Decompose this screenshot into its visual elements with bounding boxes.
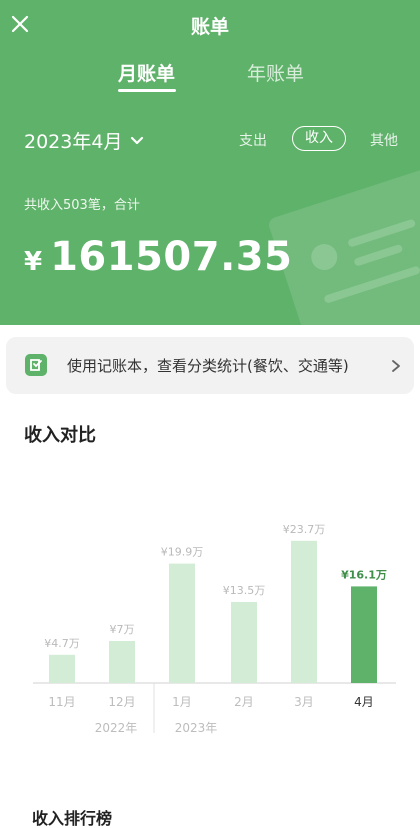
category-label: 3月 — [294, 695, 314, 709]
bar-4月[interactable] — [351, 586, 377, 683]
tab-monthly-bill[interactable]: 月账单 — [118, 59, 175, 86]
month-selector[interactable]: 2023年4月 — [24, 127, 144, 154]
filter-income[interactable]: 收入 — [292, 126, 346, 151]
month-label: 2023年4月 — [24, 131, 123, 153]
category-label: 12月 — [108, 695, 135, 709]
ranking-title: 收入排行榜 — [32, 809, 113, 828]
banner-section: 使用记账本，查看分类统计(餐饮、交通等) — [0, 325, 420, 405]
category-label: 11月 — [48, 695, 75, 709]
category-label: 2月 — [234, 695, 254, 709]
tab-yearly-bill[interactable]: 年账单 — [247, 59, 304, 86]
ledger-icon — [25, 354, 47, 376]
filter-expense[interactable]: 支出 — [239, 130, 267, 150]
bar-value-label: ¥7万 — [110, 623, 135, 636]
bar-value-label: ¥19.9万 — [161, 546, 204, 559]
year-label: 2023年 — [175, 721, 218, 735]
currency-symbol: ¥ — [24, 247, 43, 277]
banner-text: 使用记账本，查看分类统计(餐饮、交通等) — [67, 357, 349, 375]
ledger-promo-banner[interactable]: 使用记账本，查看分类统计(餐饮、交通等) — [6, 337, 414, 394]
page-title: 账单 — [190, 16, 229, 38]
bill-header: 账单 月账单 年账单 2023年4月 支出 收入 其他 共收入503笔，合计 ¥… — [0, 0, 420, 325]
comparison-title: 收入对比 — [24, 425, 96, 446]
bar-value-label: ¥16.1万 — [341, 568, 387, 581]
filter-other[interactable]: 其他 — [370, 130, 398, 150]
income-summary: 共收入503笔，合计 — [24, 198, 140, 213]
amount-value: 161507.35 — [50, 234, 293, 280]
income-comparison-chart: ¥4.7万 11月 ¥7万 12月 ¥19.9万 1月 ¥13.5万 2月 ¥23.7万 3月 ¥1… — [33, 523, 396, 735]
bar-value-label: ¥13.5万 — [223, 584, 266, 597]
year-label: 2022年 — [95, 721, 138, 735]
chevron-right-icon — [392, 360, 400, 372]
bar-3月[interactable] — [291, 540, 317, 683]
bar-value-label: ¥23.7万 — [283, 523, 326, 536]
bar-12月[interactable] — [109, 641, 135, 683]
bar-1月[interactable] — [169, 563, 195, 683]
chevron-down-icon — [131, 136, 144, 144]
bar-value-label: ¥4.7万 — [44, 637, 80, 650]
category-label: 1月 — [172, 695, 192, 709]
category-label: 4月 — [354, 695, 374, 709]
active-tab-indicator — [118, 89, 176, 92]
bar-2月[interactable] — [231, 602, 257, 683]
bar-11月[interactable] — [49, 654, 75, 683]
total-amount: ¥ 161507.35 — [24, 234, 292, 280]
